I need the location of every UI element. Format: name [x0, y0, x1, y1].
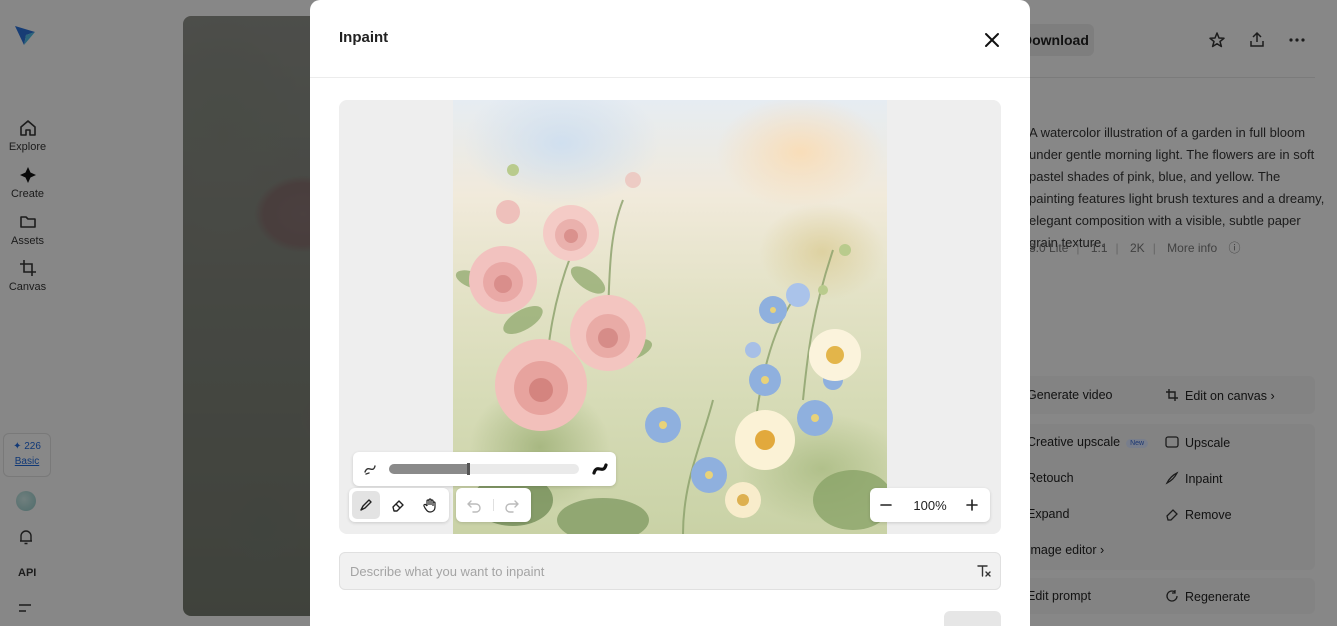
inpaint-submit-button[interactable] [944, 611, 1001, 626]
history-divider [493, 499, 494, 511]
brush-size-bar [353, 452, 616, 486]
text-format-icon[interactable] [976, 563, 992, 579]
close-icon[interactable] [982, 30, 1002, 50]
zoom-level: 100% [913, 498, 947, 513]
inpaint-prompt-input[interactable] [340, 553, 960, 589]
paint-tools-bar [349, 488, 449, 522]
zoom-out-icon[interactable] [878, 497, 894, 513]
zoom-in-icon[interactable] [964, 497, 980, 513]
brush-size-slider[interactable] [389, 463, 579, 475]
hand-icon [423, 498, 436, 513]
brush-tool-button[interactable] [352, 491, 380, 519]
zoom-controls: 100% [870, 488, 990, 522]
pan-tool-button[interactable] [416, 491, 444, 519]
inpaint-canvas[interactable]: 100% [339, 100, 1001, 534]
brush-size-large-icon[interactable] [592, 461, 608, 477]
brush-size-slider-fill [389, 464, 468, 474]
inpaint-prompt-box [339, 552, 1001, 590]
brush-size-small-icon[interactable] [362, 461, 378, 477]
eraser-icon [392, 500, 404, 512]
brush-icon [360, 499, 372, 511]
inpaint-modal: Inpaint 100% Describe what you want to i… [310, 0, 1030, 626]
eraser-tool-button[interactable] [384, 491, 412, 519]
brush-size-slider-thumb[interactable] [467, 463, 470, 475]
undo-icon[interactable] [466, 497, 482, 513]
modal-divider [310, 77, 1030, 78]
history-bar [456, 488, 531, 522]
modal-title: Inpaint [339, 29, 389, 46]
redo-icon[interactable] [504, 497, 520, 513]
